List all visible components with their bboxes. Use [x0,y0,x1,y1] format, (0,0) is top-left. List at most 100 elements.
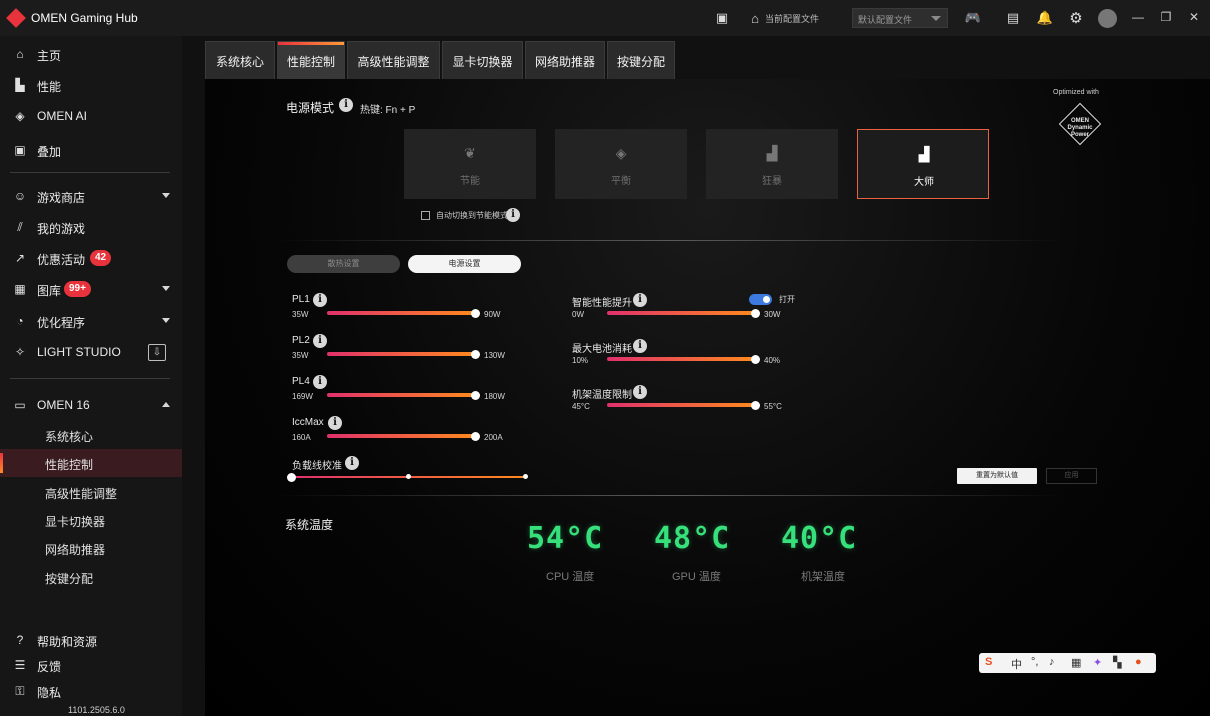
sidebar-item-overlay[interactable]: ▣ 叠加 [0,136,182,164]
mode-card-balanced[interactable]: ◈ 平衡 [555,129,687,199]
sidebar-item-light-studio[interactable]: ✧ LIGHT STUDIO ⇩ [0,338,182,366]
smart-boost-toggle[interactable] [749,294,772,305]
sidebar-sub-key-assignment[interactable]: 按键分配 [0,563,182,591]
sidebar-item-privacy[interactable]: ⚿ 隐私 [0,677,182,705]
tab-performance-control[interactable]: 性能控制 [277,41,345,79]
info-icon[interactable]: i [633,293,647,307]
bars-icon: ▟ [766,145,778,161]
ime-toolbar[interactable]: S 中 °, ♪ ▦ ✦ ▚ ● [979,653,1156,673]
ime-lang[interactable]: 中 [1011,656,1022,672]
gpu-temp-value: 48°C [654,521,731,556]
sidebar-sub-network-booster[interactable]: 网络助推器 [0,534,182,562]
sidebar-sub-performance-control[interactable]: 性能控制 [0,449,182,477]
overlay-icon[interactable]: ▣ [712,8,732,28]
sidebar-item-device[interactable]: ▭ OMEN 16 [0,391,182,419]
slider-handle[interactable] [750,400,760,410]
slider-handle[interactable] [470,390,480,400]
gpu-temp-label: GPU 温度 [672,571,721,583]
mic-icon[interactable]: ♪ [1049,656,1055,668]
tab-power-settings[interactable]: 电源设置 [408,255,521,273]
info-icon[interactable]: i [339,98,353,112]
info-icon[interactable]: i [313,375,327,389]
sidebar-item-gallery[interactable]: ▦ 图库 99+ [0,275,182,303]
profile-dropdown[interactable]: 默认配置文件 [852,8,948,28]
info-icon[interactable]: i [633,385,647,399]
sidebar-sub-system-core[interactable]: 系统核心 [0,421,182,449]
mode-card-unleashed[interactable]: ▟ 大师 [857,129,989,199]
balance-icon: ◈ [615,145,627,161]
sidebar-item-omen-ai[interactable]: ◈ OMEN AI [0,102,182,130]
slider-min: 160A [292,433,311,442]
slider-track[interactable] [327,352,475,356]
slider-min: 45°C [572,402,590,411]
sidebar-item-performance[interactable]: ▙ 性能 [0,71,182,99]
sidebar-sub-advanced-tuning[interactable]: 高级性能调整 [0,478,182,506]
tab-network-booster[interactable]: 网络助推器 [525,41,605,79]
sidebar-item-deals[interactable]: ↗ 优惠活动 42 [0,244,182,272]
info-icon[interactable]: i [313,334,327,348]
sidebar-sub-gpu-switcher[interactable]: 显卡切换器 [0,506,182,534]
slider-handle[interactable] [470,431,480,441]
punctuation-icon[interactable]: °, [1031,656,1038,668]
grid-icon[interactable]: ▚ [1113,656,1121,669]
sidebar-item-help[interactable]: ? 帮助和资源 [0,626,182,654]
sidebar-item-game-store[interactable]: ☺ 游戏商店 [0,182,182,210]
bell-icon[interactable]: 🔔 [1035,8,1055,28]
tab-key-assignment[interactable]: 按键分配 [607,41,675,79]
slider-track[interactable] [607,311,755,315]
slider-handle[interactable] [750,354,760,364]
slider-step-dot[interactable] [406,474,411,479]
skin-icon[interactable]: ✦ [1093,656,1102,669]
info-icon[interactable]: i [633,339,647,353]
tab-system-core[interactable]: 系统核心 [205,41,275,79]
info-icon[interactable]: i [506,208,520,222]
slider-handle[interactable] [750,308,760,318]
slider-track[interactable] [607,357,755,361]
info-icon[interactable]: i [345,456,359,470]
slider-handle[interactable] [287,472,296,482]
reset-default-button[interactable]: 重置为默认值 [957,468,1037,484]
keyboard-icon[interactable]: ▦ [1071,656,1081,669]
sidebar-item-my-games[interactable]: ⫽ 我的游戏 [0,213,182,241]
tab-gpu-switcher[interactable]: 显卡切换器 [442,41,523,79]
slider-name: PL1 [292,294,310,305]
slider-handle[interactable] [470,308,480,318]
gamepad-notify-icon[interactable]: 🎮 [962,8,984,28]
avatar[interactable] [1098,9,1117,28]
sidebar-item-feedback[interactable]: ☰ 反馈 [0,651,182,679]
mascot-icon[interactable]: ● [1135,656,1142,668]
slider-track[interactable] [607,403,755,407]
slider-max: 130W [484,351,505,360]
sidebar-item-optimizer[interactable]: ◔ 优化程序 [0,307,182,335]
info-icon[interactable]: i [328,416,342,430]
library-icon: ⫽ [17,220,23,234]
bar-chart-icon: ▙ [15,78,25,92]
mode-card-performance[interactable]: ▟ 狂暴 [706,129,838,199]
sidebar-item-home[interactable]: ⌂ 主页 [0,40,182,68]
slider-handle[interactable] [470,349,480,359]
monitor-icon[interactable]: ▤ [1003,8,1023,28]
slider-track[interactable] [327,434,475,438]
gear-icon[interactable]: ⚙ [1066,8,1086,28]
info-icon[interactable]: i [313,293,327,307]
slider-step-dot[interactable] [523,474,528,479]
slider-min: 35W [292,310,309,319]
slider-track[interactable] [327,393,475,397]
sidebar-item-label: 我的游戏 [37,222,86,236]
tab-advanced-tuning[interactable]: 高级性能调整 [347,41,440,79]
tab-cooling-settings[interactable]: 散热设置 [287,255,400,273]
minimize-icon[interactable]: — [1130,9,1146,25]
home-icon[interactable]: ⌂ [745,8,765,28]
maximize-icon[interactable]: ❐ [1158,9,1174,25]
mode-label: 大师 [914,177,934,188]
sidebar-item-label: 优化程序 [37,316,86,330]
close-icon[interactable]: ✕ [1186,9,1202,25]
slider-track[interactable] [327,311,475,315]
download-icon[interactable]: ⇩ [148,344,166,361]
sogou-logo-icon[interactable]: S [985,656,992,668]
slider-name: 智能性能提升 [572,298,632,309]
apply-button[interactable]: 应用 [1046,468,1097,484]
auto-switch-checkbox[interactable] [421,211,430,220]
mode-card-eco[interactable]: ❦ 节能 [404,129,536,199]
bolt-bars-icon: ▟ [918,146,930,162]
